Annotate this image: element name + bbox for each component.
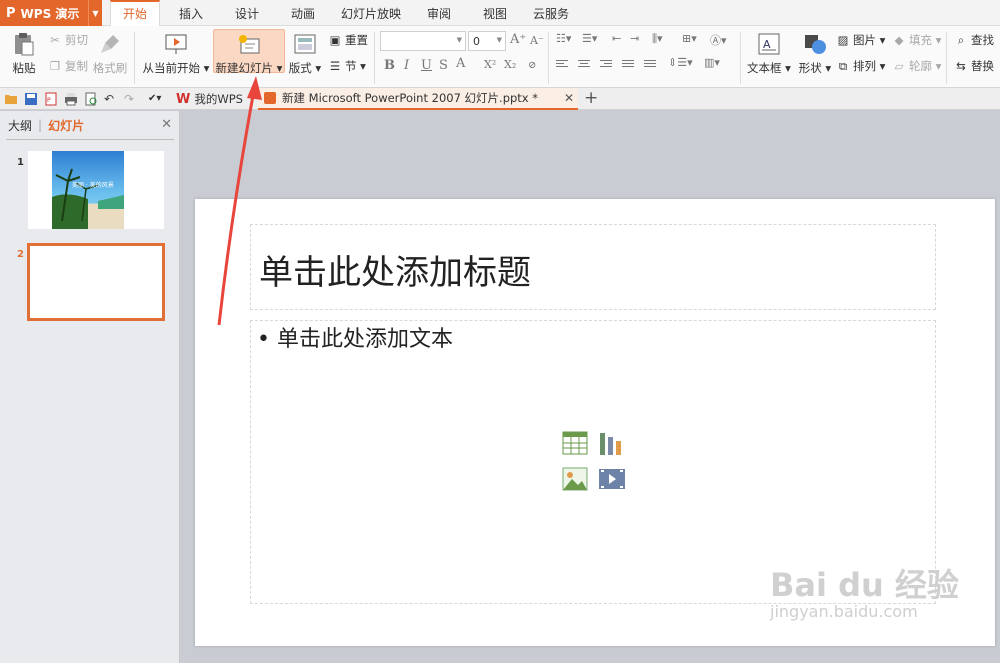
watermark-brand: Bai du 经验: [770, 566, 959, 604]
baidu-watermark: Bai du 经验 jingyan.baidu.com: [770, 560, 959, 621]
